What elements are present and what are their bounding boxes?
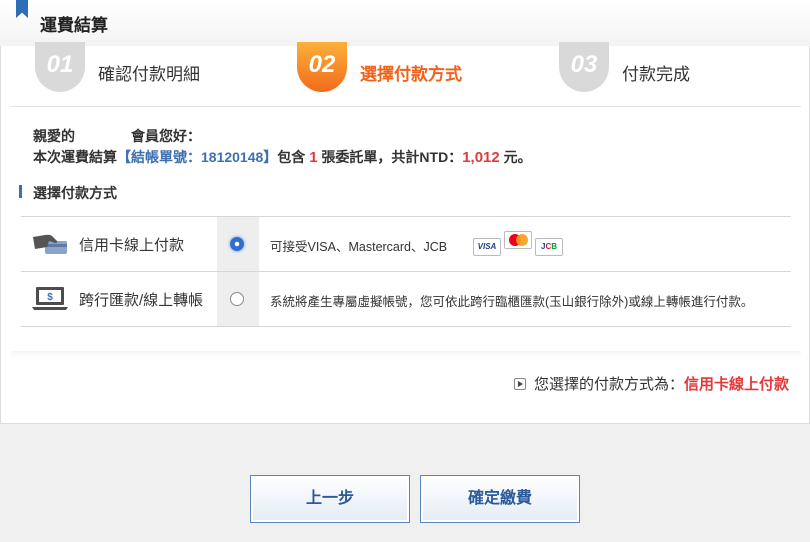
progress-steps: 01 確認付款明細 02 選擇付款方式 03 付款完成: [11, 42, 801, 107]
card-logos: VISA JCB: [473, 231, 566, 256]
includes-text: 包含: [277, 149, 306, 165]
payment-row-credit-card[interactable]: 信用卡線上付款 可接受VISA、Mastercard、JCB VISA JCB: [21, 217, 791, 272]
credit-card-description: 可接受VISA、Mastercard、JCB: [270, 240, 448, 254]
confirm-payment-button[interactable]: 確定繳費: [420, 475, 580, 523]
greeting: 親愛的 會員您好： 本次運費結算【結帳單號：18120148】包含 1 張委託單，…: [33, 126, 532, 168]
radio-cell: [217, 217, 259, 271]
step-3-number: 03: [559, 42, 609, 92]
visa-logo-icon: VISA: [473, 238, 501, 256]
payment-label-cell: 信用卡線上付款: [21, 217, 217, 271]
radio-cell: [217, 272, 259, 326]
page-header: 運費結算: [0, 0, 810, 47]
step-2-number: 02: [297, 42, 347, 92]
section-title: 選擇付款方式: [33, 185, 117, 201]
play-icon: [513, 378, 526, 390]
selected-method-summary: 您選擇的付款方式為：信用卡線上付款: [513, 373, 789, 394]
previous-step-button[interactable]: 上一步: [250, 475, 410, 523]
transfer-description: 系統將產生專屬虛擬帳號，您可依此跨行臨櫃匯款(玉山銀行除外)或線上轉帳進行付款。: [270, 295, 754, 309]
jcb-logo-icon: JCB: [535, 238, 563, 256]
laptop-dollar-icon: $: [32, 287, 68, 310]
step-2-label: 選擇付款方式: [360, 65, 462, 84]
payment-panel: 01 確認付款明細 02 選擇付款方式 03 付款完成 親愛的 會員您好： 本次運…: [0, 42, 810, 424]
transfer-radio[interactable]: [230, 292, 244, 306]
summary-value: 信用卡線上付款: [683, 376, 789, 393]
hand-card-icon: [33, 234, 67, 254]
settlement-prefix: 本次運費結算: [33, 149, 117, 165]
mastercard-logo-icon: [504, 231, 532, 249]
greeting-member: 會員您好：: [131, 128, 201, 144]
credit-card-radio[interactable]: [230, 237, 244, 251]
step-1-label: 確認付款明細: [98, 65, 200, 84]
total-amount: 1,012: [462, 149, 500, 166]
summary-prefix: 您選擇的付款方式為：: [533, 376, 684, 393]
payment-method-table: 信用卡線上付款 可接受VISA、Mastercard、JCB VISA JCB $…: [21, 216, 791, 327]
order-count: 1: [309, 149, 318, 166]
page-title: 運費結算: [40, 16, 108, 35]
step-3-label: 付款完成: [622, 65, 690, 84]
bookmark-icon: [16, 0, 28, 18]
step-1-number: 01: [35, 42, 85, 92]
section-marker: [19, 185, 22, 198]
bill-number: 【結帳單號：18120148】: [117, 149, 278, 165]
payment-row-transfer[interactable]: $ 跨行匯款/線上轉帳 系統將產生專屬虛擬帳號，您可依此跨行臨櫃匯款(玉山銀行除…: [21, 272, 791, 327]
svg-text:$: $: [47, 292, 53, 303]
currency-unit: 元。: [503, 149, 532, 165]
count-suffix: 張委託單，共計NTD：: [321, 149, 463, 165]
divider: [11, 351, 801, 357]
payment-label-cell: $ 跨行匯款/線上轉帳: [21, 272, 217, 326]
payment-label-credit-card: 信用卡線上付款: [79, 237, 185, 254]
greeting-dear: 親愛的: [33, 128, 75, 144]
payment-label-transfer: 跨行匯款/線上轉帳: [79, 292, 204, 309]
